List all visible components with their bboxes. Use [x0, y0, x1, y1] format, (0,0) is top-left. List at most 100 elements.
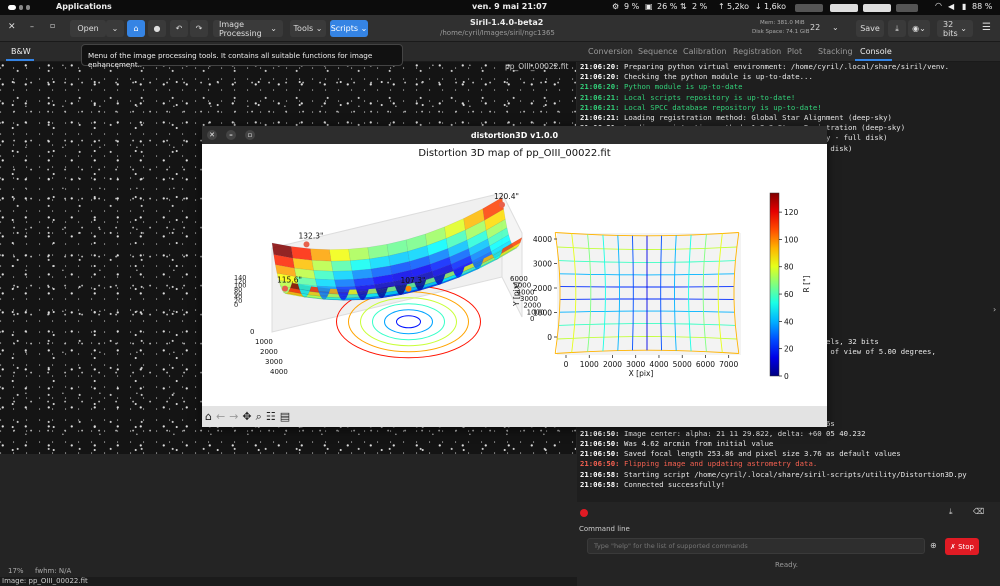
surface-patch: [332, 270, 354, 281]
thread-count[interactable]: 22: [810, 23, 820, 32]
command-input[interactable]: [587, 538, 925, 554]
thread-stepper[interactable]: ⌄: [832, 23, 839, 32]
console-message: Preparing python virtual environment: /h…: [619, 62, 950, 71]
console-line: 21:06:50: Was 4.62 arcmin from initial v…: [577, 439, 1000, 449]
console-line: 21:06:20: Preparing python virtual envir…: [577, 62, 1000, 72]
colorbar-tick-label: 120: [784, 208, 799, 217]
console-timestamp: 21:06:58:: [580, 479, 620, 489]
working-directory: /home/cyril/Images/siril/ngc1365: [440, 29, 555, 37]
memory-info: Mem: 381.0 MiB: [760, 20, 805, 26]
y-tick-label: 4000: [270, 368, 288, 376]
snapshot-button[interactable]: ◉⌄: [908, 20, 930, 37]
console-timestamp: 21:06:58:: [580, 469, 620, 479]
viewer-empty-area: [0, 454, 576, 564]
tab-calibration[interactable]: Calibration: [683, 47, 727, 56]
zoom-icon[interactable]: ⌕: [256, 410, 262, 424]
bit-depth-menu[interactable]: 32 bits ⌄: [937, 19, 973, 38]
save-button[interactable]: Save: [856, 20, 884, 37]
home-button[interactable]: ⌂: [127, 20, 145, 37]
download-icon: ↓: [755, 2, 762, 11]
maximize-icon[interactable]: ▫: [245, 130, 255, 140]
applications-menu[interactable]: Applications: [56, 2, 112, 11]
console-message: Was 4.62 arcmin from initial value: [619, 438, 774, 448]
wifi-icon[interactable]: ◠: [935, 1, 942, 10]
recent-dropdown-button[interactable]: ⌄: [106, 20, 124, 37]
open-button[interactable]: Open: [70, 20, 106, 37]
tools-label: Tools: [293, 24, 314, 33]
system-top-bar: Applications ven. 9 mai 21:07 ⚙ 9 % ▣ 26…: [0, 0, 1000, 15]
tab-sequence[interactable]: Sequence: [638, 47, 677, 56]
battery-icon[interactable]: ▮: [962, 2, 966, 11]
close-icon[interactable]: ✕: [207, 130, 217, 140]
clear-log-icon[interactable]: ⌫: [973, 507, 984, 516]
tab-stacking[interactable]: Stacking: [818, 47, 853, 56]
console-timestamp: 21:06:21:: [580, 102, 620, 112]
redo-button[interactable]: ↷: [190, 20, 208, 37]
floor-contour: [396, 315, 421, 329]
workspace-indicator[interactable]: [8, 5, 30, 10]
minimize-icon[interactable]: –: [30, 22, 34, 31]
tools-menu[interactable]: Tools ⌄: [290, 20, 326, 37]
console-message: Loading registration method: Global Star…: [619, 112, 892, 122]
save-figure-icon[interactable]: ▤: [280, 410, 290, 423]
download-icon: ⤓: [895, 23, 899, 33]
export-log-icon[interactable]: ⤓: [949, 507, 953, 517]
close-icon[interactable]: ✕: [8, 22, 16, 32]
scripts-menu[interactable]: Scripts ⌄: [330, 20, 368, 37]
indicator-box-1[interactable]: [795, 4, 823, 12]
progress-stop-indicator: [580, 509, 588, 517]
x-axis-label: X [pix]: [629, 369, 654, 378]
stop-button[interactable]: ✗ Stop: [945, 538, 979, 555]
clock[interactable]: ven. 9 mai 21:07: [472, 2, 547, 11]
indicator-box-3[interactable]: [863, 4, 891, 12]
console-timestamp: 21:06:50:: [580, 428, 620, 438]
floor-contour: [372, 303, 445, 341]
tab-registration[interactable]: Registration: [733, 47, 781, 56]
bit-depth-label: 32 bits: [943, 19, 958, 38]
save-as-button[interactable]: ⤓: [888, 20, 906, 37]
forward-arrow-icon[interactable]: →: [229, 410, 238, 423]
x-tick-label: 6000: [510, 275, 528, 283]
livestack-button[interactable]: ●: [148, 20, 166, 37]
hamburger-menu-icon[interactable]: ☰: [982, 22, 991, 33]
indicator-box-4[interactable]: [896, 4, 918, 12]
matplotlib-toolbar: ⌂ ← → ✥ ⌕ ☷ ▤: [202, 406, 827, 427]
indicator-box-2[interactable]: [830, 4, 858, 12]
tab-console[interactable]: Console: [860, 47, 892, 56]
maximize-icon[interactable]: ▫: [50, 21, 55, 30]
help-icon[interactable]: ⊕: [930, 541, 937, 550]
console-line: 21:06:50: Saved focal length 253.86 and …: [577, 449, 1000, 459]
status-image-name: Image: pp_OIII_00022.fit: [2, 577, 88, 585]
undo-button[interactable]: ↶: [170, 20, 188, 37]
status-text: Ready.: [775, 561, 798, 569]
fwhm-readout: fwhm: N/A: [35, 567, 72, 575]
stop-icon: ✗: [949, 542, 959, 551]
pan-icon[interactable]: ✥: [242, 410, 251, 423]
console-timestamp: 21:06:21:: [580, 92, 620, 102]
x-tick-label: 5000: [673, 360, 692, 369]
minimize-icon[interactable]: –: [226, 130, 236, 140]
annotation-point: [303, 241, 310, 248]
y-tick-label: 3000: [533, 260, 552, 269]
floor-contour: [348, 291, 469, 353]
back-arrow-icon[interactable]: ←: [216, 410, 225, 423]
battery-level: 88 %: [972, 2, 993, 11]
annotation-label: 132.3": [299, 231, 324, 240]
cpu-icon: ⚙: [612, 2, 620, 11]
console-message: Starting script /home/cyril/.local/share…: [619, 469, 967, 479]
annotation-point: [499, 201, 505, 208]
swap-icon: ⇅: [680, 2, 687, 11]
tab-plot[interactable]: Plot: [787, 47, 802, 56]
surface-patch: [310, 248, 332, 262]
command-line-label: Command line: [579, 525, 630, 533]
image-processing-menu[interactable]: Image Processing ⌄: [213, 20, 283, 38]
volume-icon[interactable]: ◀: [948, 2, 954, 11]
configure-subplots-icon[interactable]: ☷: [266, 410, 276, 423]
tab-conversion[interactable]: Conversion: [588, 47, 633, 56]
surface-patch: [311, 260, 334, 272]
panel-collapse-chevron-icon[interactable]: ›: [993, 305, 996, 314]
home-icon[interactable]: ⌂: [205, 410, 212, 423]
console-line: 21:06:20: Checking the python module is …: [577, 72, 1000, 82]
camera-icon: ◉⌄: [912, 24, 926, 33]
tab-bw[interactable]: B&W: [11, 47, 31, 56]
